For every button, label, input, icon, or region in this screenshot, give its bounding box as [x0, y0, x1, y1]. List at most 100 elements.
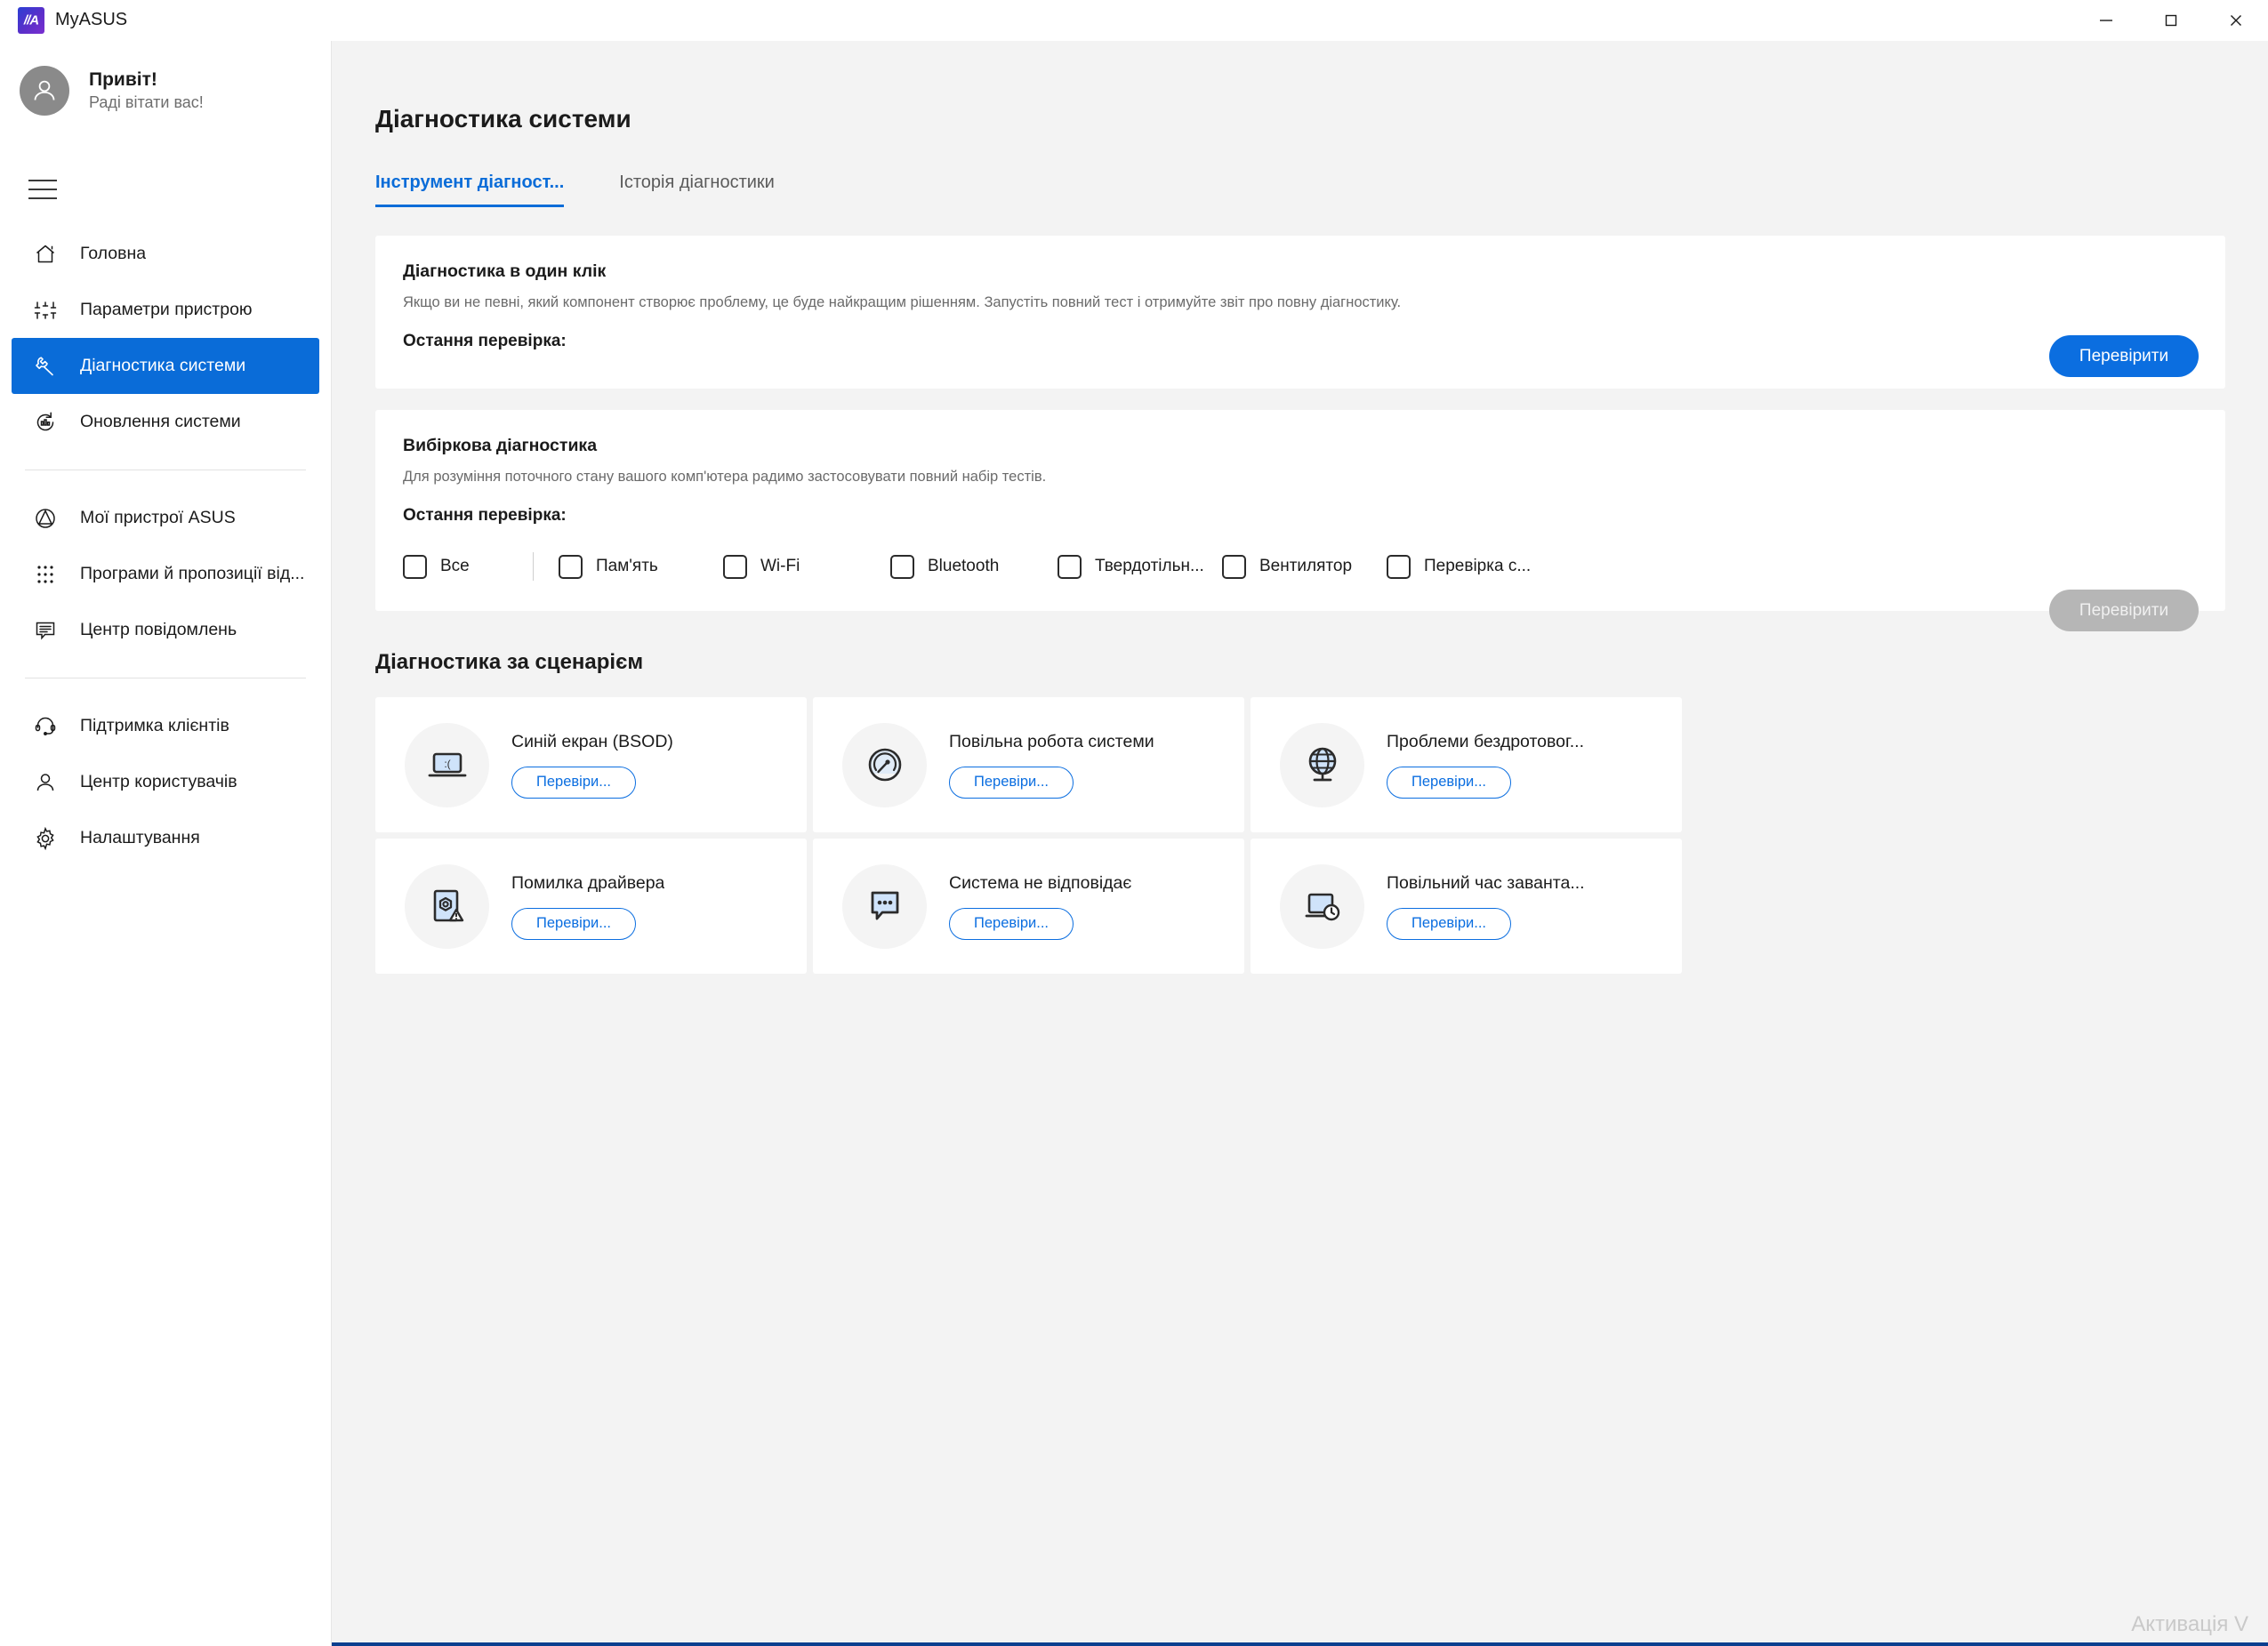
slow-boot-icon: [1280, 863, 1364, 949]
maximize-icon[interactable]: [2138, 0, 2203, 41]
checkbox-memory[interactable]: Пам'ять: [559, 554, 723, 579]
checkbox-label: Все: [440, 557, 470, 575]
checkbox-box[interactable]: [723, 554, 747, 579]
card-title: Синій екран (BSOD): [511, 731, 673, 751]
one-click-description: Якщо ви не певні, який компонент створює…: [403, 294, 1402, 310]
checkbox-all[interactable]: Все: [403, 554, 508, 579]
one-click-last-check-label: Остання перевірка:: [403, 332, 567, 350]
selective-last-check-label: Остання перевірка:: [403, 506, 567, 525]
scenario-section-title: Діагностика за сценарієм: [375, 650, 644, 674]
myasus-logo-icon: //A: [18, 6, 44, 34]
sidebar-item-system-diagnostics[interactable]: Діагностика системи: [12, 338, 319, 394]
card-title: Помилка драйвера: [511, 872, 665, 893]
selective-description: Для розуміння поточного стану вашого ком…: [403, 469, 1047, 485]
scenario-card-slow-boot[interactable]: Повільний час заванта... Перевіри...: [1251, 839, 1682, 974]
avatar: [20, 66, 69, 116]
checkbox-fan[interactable]: Вентилятор: [1222, 554, 1387, 579]
page-title: Діагностика системи: [375, 105, 631, 132]
sidebar-item-user-center[interactable]: Центр користувачів: [12, 754, 319, 810]
card-check-button[interactable]: Перевіри...: [949, 907, 1074, 940]
selective-check-button[interactable]: Перевірити: [2049, 590, 2199, 631]
bsod-laptop-icon: :(: [405, 722, 489, 807]
sidebar-item-apps-and-offers[interactable]: Програми й пропозиції від...: [12, 546, 319, 602]
windows-activation-watermark: Активація V: [2131, 1612, 2248, 1636]
scenario-card-wireless-issues[interactable]: Проблеми бездротовог... Перевіри...: [1251, 697, 1682, 832]
checkbox-box[interactable]: [403, 554, 427, 579]
sidebar-item-label: Діагностика системи: [80, 356, 246, 375]
close-icon[interactable]: [2203, 0, 2268, 41]
card-check-button[interactable]: Перевіри...: [511, 907, 636, 940]
checkbox-box[interactable]: [890, 554, 914, 579]
card-body: Проблеми бездротовог... Перевіри...: [1387, 732, 1584, 799]
scenario-card-grid: :( Синій екран (BSOD) Перевіри... Повіль…: [332, 675, 2066, 974]
greeting-title: Привіт!: [89, 69, 157, 90]
card-title: Проблеми бездротовог...: [1387, 731, 1584, 751]
sidebar-item-label: Центр повідомлень: [80, 620, 237, 639]
app-title: MyASUS: [55, 10, 128, 29]
window-controls: [2073, 0, 2268, 41]
tab-diagnostic-history[interactable]: Історія діагностики: [619, 173, 775, 207]
speedometer-icon: [842, 722, 927, 807]
card-check-button[interactable]: Перевіри...: [1387, 907, 1511, 940]
selective-checkbox-row: Все Пам'ять Wi-Fi Bluetooth Твердотільн.…: [375, 526, 2225, 581]
apps-grid-icon: [30, 559, 60, 590]
checkbox-wifi[interactable]: Wi-Fi: [723, 554, 890, 579]
main-content: Діагностика системи Інструмент діагност.…: [332, 41, 2268, 1646]
minimize-icon[interactable]: [2073, 0, 2138, 41]
sidebar-item-label: Мої пристрої ASUS: [80, 508, 236, 527]
hamburger-bar: [28, 189, 57, 190]
headset-icon: [30, 711, 60, 742]
sidebar-item-device-settings[interactable]: Параметри пристрою: [12, 282, 319, 338]
sidebar-item-system-update[interactable]: Оновлення системи: [12, 394, 319, 450]
checkbox-box[interactable]: [1387, 554, 1411, 579]
sidebar: Привіт! Раді вітати вас! Головна Парамет…: [0, 41, 332, 1646]
card-check-button[interactable]: Перевіри...: [949, 766, 1074, 799]
hamburger-icon[interactable]: [0, 116, 57, 199]
card-body: Система не відповідає Перевіри...: [949, 873, 1131, 940]
sidebar-item-my-asus-devices[interactable]: Мої пристрої ASUS: [12, 490, 319, 546]
svg-text::(: :(: [444, 758, 450, 770]
sidebar-item-label: Параметри пристрою: [80, 300, 253, 319]
scenario-card-bsod[interactable]: :( Синій екран (BSOD) Перевіри...: [375, 697, 807, 832]
sidebar-item-label: Головна: [80, 244, 147, 263]
asus-devices-icon: [30, 503, 60, 534]
checkbox-label: Вентилятор: [1259, 557, 1353, 575]
user-icon: [30, 767, 60, 798]
card-body: Синій екран (BSOD) Перевіри...: [511, 732, 673, 799]
card-check-button[interactable]: Перевіри...: [511, 766, 636, 799]
globe-icon: [1280, 722, 1364, 807]
checkbox-label: Перевірка с...: [1424, 557, 1532, 575]
checkbox-bluetooth[interactable]: Bluetooth: [890, 554, 1058, 579]
checkbox-ssd[interactable]: Твердотільн...: [1058, 554, 1222, 579]
logo-glyph: //A: [23, 12, 39, 28]
checkbox-label: Bluetooth: [928, 557, 1000, 575]
update-icon: [30, 407, 60, 438]
checkbox-box[interactable]: [1222, 554, 1246, 579]
one-click-check-button[interactable]: Перевірити: [2049, 335, 2199, 377]
sidebar-item-label: Оновлення системи: [80, 412, 241, 431]
checkbox-label: Пам'ять: [596, 557, 658, 575]
scenario-card-unresponsive-system[interactable]: Система не відповідає Перевіри...: [813, 839, 1244, 974]
driver-error-icon: [405, 863, 489, 949]
sliders-icon: [30, 295, 60, 325]
sidebar-item-notification-center[interactable]: Центр повідомлень: [12, 602, 319, 658]
chat-dots-icon: [842, 863, 927, 949]
card-check-button[interactable]: Перевіри...: [1387, 766, 1511, 799]
user-profile[interactable]: Привіт! Раді вітати вас!: [0, 41, 331, 116]
home-icon: [30, 239, 60, 269]
sidebar-item-settings[interactable]: Налаштування: [12, 810, 319, 866]
checkbox-system-check[interactable]: Перевірка с...: [1387, 554, 1532, 579]
scenario-card-slow-system[interactable]: Повільна робота системи Перевіри...: [813, 697, 1244, 832]
sidebar-item-customer-support[interactable]: Підтримка клієнтів: [12, 698, 319, 754]
sidebar-item-home[interactable]: Головна: [12, 226, 319, 282]
tab-bar: Інструмент діагност... Історія діагности…: [332, 133, 2268, 207]
wrench-icon: [30, 351, 60, 381]
checkbox-box[interactable]: [1058, 554, 1082, 579]
hamburger-bar: [28, 197, 57, 199]
message-icon: [30, 615, 60, 646]
tab-diagnostic-tool[interactable]: Інструмент діагност...: [375, 173, 565, 207]
sidebar-nav: Головна Параметри пристрою Діагностика с…: [0, 226, 331, 866]
one-click-diagnostics-panel: Діагностика в один клік Якщо ви не певні…: [375, 236, 2225, 389]
checkbox-box[interactable]: [559, 554, 583, 579]
scenario-card-driver-error[interactable]: Помилка драйвера Перевіри...: [375, 839, 807, 974]
